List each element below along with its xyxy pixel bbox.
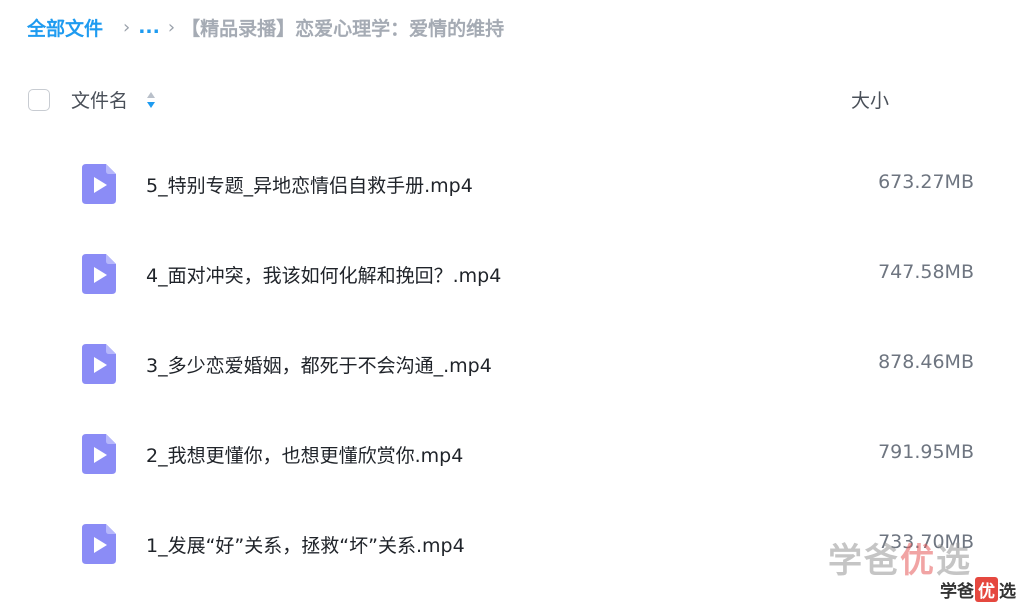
video-file-icon xyxy=(82,254,116,294)
column-header-size[interactable]: 大小 xyxy=(851,86,889,113)
file-name[interactable]: 2_我想更懂你，也想更懂欣赏你.mp4 xyxy=(146,441,463,468)
file-name[interactable]: 4_面对冲突，我该如何化解和挽回？.mp4 xyxy=(146,261,501,288)
watermark-char: 学 xyxy=(828,541,864,581)
file-name[interactable]: 3_多少恋爱婚姻，都死于不会沟通_.mp4 xyxy=(146,351,492,378)
breadcrumb: 全部文件 › ... › 【精品录播】恋爱心理学：爱情的维持 xyxy=(27,10,504,44)
file-size: 747.58MB xyxy=(878,261,974,283)
column-header-name-label: 文件名 xyxy=(71,90,129,112)
file-size: 673.27MB xyxy=(878,171,974,193)
file-row[interactable]: 2_我想更懂你，也想更懂欣赏你.mp4 791.95MB xyxy=(0,408,1024,498)
breadcrumb-current-folder: 【精品录播】恋爱心理学：爱情的维持 xyxy=(181,17,505,40)
watermark-char: 爸 xyxy=(864,541,900,581)
breadcrumb-ellipsis-link[interactable]: ... xyxy=(138,16,160,38)
watermark-large: 学爸优选 xyxy=(828,533,972,582)
watermark-small: 学爸优选 xyxy=(940,577,1016,602)
column-header-name[interactable]: 文件名 xyxy=(71,86,156,113)
file-list: 5_特别专题_异地恋情侣自救手册.mp4 673.27MB 4_面对冲突，我该如… xyxy=(0,138,1024,588)
watermark-highlight: 优 xyxy=(975,577,998,602)
file-size: 878.46MB xyxy=(878,351,974,373)
chevron-right-icon: › xyxy=(167,16,176,38)
video-file-icon xyxy=(82,164,116,204)
watermark-char: 优 xyxy=(900,541,936,581)
file-row[interactable]: 4_面对冲突，我该如何化解和挽回？.mp4 747.58MB xyxy=(0,228,1024,318)
file-list-header: 文件名 大小 xyxy=(0,76,1024,126)
video-file-icon xyxy=(82,524,116,564)
video-file-icon xyxy=(82,434,116,474)
sort-icon[interactable] xyxy=(146,89,156,111)
file-size: 791.95MB xyxy=(878,441,974,463)
video-file-icon xyxy=(82,344,116,384)
select-all-checkbox[interactable] xyxy=(28,89,50,111)
file-name[interactable]: 1_发展“好”关系，拯救“坏”关系.mp4 xyxy=(146,531,465,558)
breadcrumb-root-link[interactable]: 全部文件 xyxy=(27,14,103,41)
chevron-right-icon: › xyxy=(123,16,131,38)
file-name[interactable]: 5_特别专题_异地恋情侣自救手册.mp4 xyxy=(146,171,473,198)
watermark-text: 选 xyxy=(999,582,1016,602)
watermark-char: 选 xyxy=(936,541,972,581)
file-row[interactable]: 5_特别专题_异地恋情侣自救手册.mp4 673.27MB xyxy=(0,138,1024,228)
watermark-text: 学爸 xyxy=(940,582,974,602)
file-row[interactable]: 3_多少恋爱婚姻，都死于不会沟通_.mp4 878.46MB xyxy=(0,318,1024,408)
